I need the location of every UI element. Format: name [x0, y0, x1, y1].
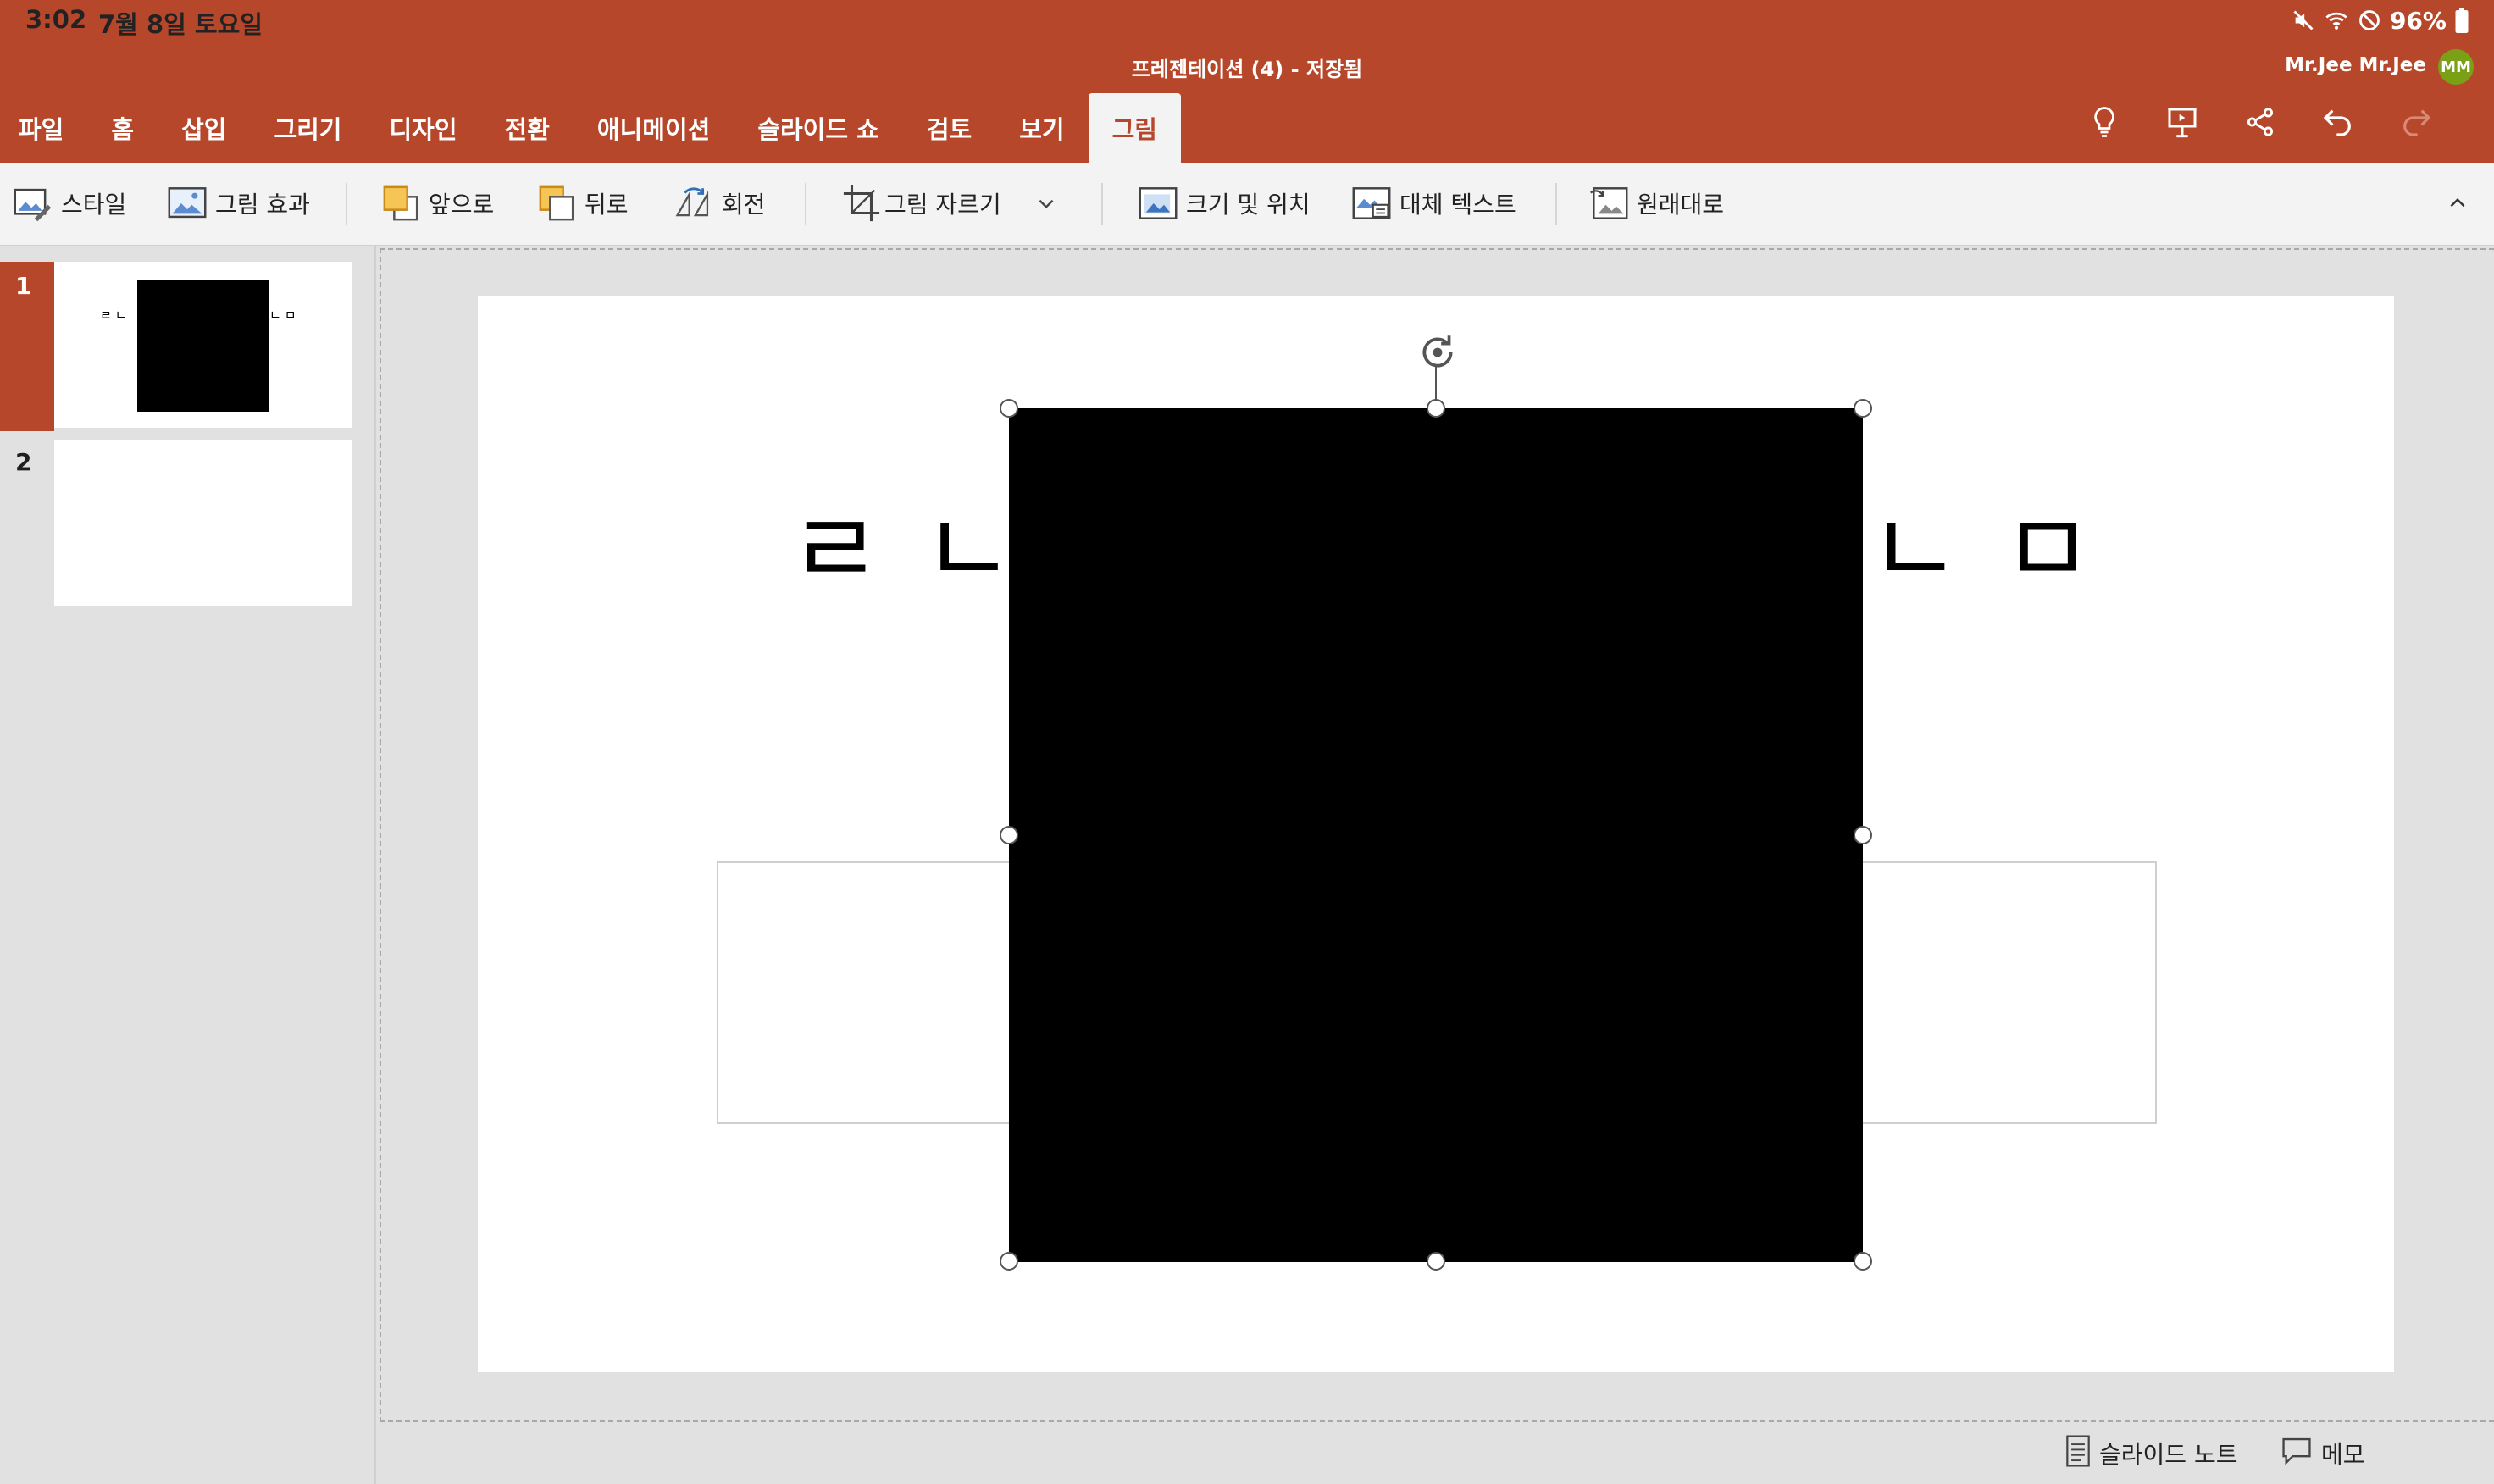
- slide-right-text[interactable]: ㄴㅁ: [1869, 500, 2134, 600]
- do-not-disturb-icon: [2358, 8, 2381, 32]
- slide-preview[interactable]: ㄹㄴ ㄴㅁ: [54, 262, 352, 428]
- reset-picture-icon: [1589, 184, 1628, 223]
- ribbon-divider: [805, 183, 806, 225]
- reset-picture-label: 원래대로: [1637, 191, 1725, 219]
- bring-forward-label: 앞으로: [429, 191, 495, 219]
- ribbon-divider: [1555, 183, 1557, 225]
- chevron-up-icon: [2438, 184, 2477, 223]
- alt-text-button[interactable]: 대체 텍스트: [1352, 180, 1516, 227]
- undo-icon[interactable]: [2319, 103, 2357, 141]
- status-icons: 96%: [2292, 3, 2469, 37]
- bottom-bar: 슬라이드 노트 메모: [380, 1423, 2494, 1484]
- slide-number: 1: [15, 272, 32, 300]
- notes-label: 슬라이드 노트: [2099, 1441, 2238, 1469]
- crop-dropdown[interactable]: [1027, 180, 1066, 227]
- comment-icon: [2281, 1437, 2313, 1471]
- wifi-icon: [2324, 8, 2349, 32]
- style-button[interactable]: 스타일: [14, 180, 126, 227]
- send-backward-button[interactable]: 뒤로: [537, 180, 629, 227]
- rotate-label: 회전: [722, 191, 766, 219]
- tab-slide-show[interactable]: 슬라이드 쇼: [734, 93, 903, 163]
- thumb-right-text: ㄴㅁ: [269, 307, 300, 323]
- status-date: 7월 8일 토요일: [98, 10, 263, 39]
- picture-effects-button[interactable]: 그림 효과: [168, 180, 310, 227]
- battery-text: 96%: [2389, 6, 2447, 35]
- crop-button[interactable]: 그림 자르기: [842, 180, 1001, 227]
- send-backward-label: 뒤로: [585, 191, 629, 219]
- tab-home[interactable]: 홈: [87, 93, 158, 163]
- slide-preview[interactable]: [54, 440, 352, 606]
- size-position-icon: [1139, 184, 1178, 223]
- tab-transitions[interactable]: 전환: [481, 93, 574, 163]
- selected-indicator: 1: [0, 262, 54, 431]
- crop-label: 그림 자르기: [884, 191, 1001, 219]
- tab-view[interactable]: 보기: [995, 93, 1088, 163]
- resize-handle-left[interactable]: [1000, 826, 1018, 844]
- alt-text-icon: [1352, 184, 1391, 223]
- tab-review[interactable]: 검토: [903, 93, 995, 163]
- document-title[interactable]: 프레젠테이션 (4) - 저장됨: [0, 53, 2494, 82]
- bring-forward-button[interactable]: 앞으로: [381, 180, 494, 227]
- share-icon[interactable]: [2242, 103, 2279, 141]
- alt-text-label: 대체 텍스트: [1399, 191, 1516, 219]
- send-backward-icon: [537, 184, 576, 223]
- comments-button[interactable]: 메모: [2281, 1435, 2365, 1472]
- slide-thumbnail-1[interactable]: 1 ㄹㄴ ㄴㅁ: [0, 246, 376, 431]
- user-name[interactable]: Mr.Jee Mr.Jee: [2285, 54, 2426, 76]
- resize-handle-bottom[interactable]: [1427, 1252, 1445, 1271]
- tab-insert[interactable]: 삽입: [158, 93, 250, 163]
- resize-handle-bottom-left[interactable]: [1000, 1252, 1018, 1271]
- thumb-picture: [137, 280, 269, 412]
- present-icon[interactable]: [2164, 103, 2201, 141]
- tab-draw[interactable]: 그리기: [250, 93, 365, 163]
- lightbulb-icon[interactable]: [2086, 103, 2123, 141]
- size-position-button[interactable]: 크기 및 위치: [1139, 180, 1311, 227]
- comments-label: 메모: [2321, 1441, 2365, 1469]
- mute-icon: [2292, 8, 2315, 32]
- resize-handle-top-right[interactable]: [1854, 399, 1872, 418]
- tab-picture[interactable]: 그림: [1088, 93, 1181, 163]
- resize-handle-bottom-right[interactable]: [1854, 1252, 1872, 1271]
- ribbon-divider: [1101, 183, 1103, 225]
- slide-thumbnail-2[interactable]: 2: [0, 429, 376, 606]
- chevron-down-icon: [1027, 184, 1066, 223]
- tab-animations[interactable]: 애니메이션: [574, 93, 734, 163]
- picture-effects-icon: [168, 184, 207, 223]
- tab-design[interactable]: 디자인: [365, 93, 480, 163]
- notes-button[interactable]: 슬라이드 노트: [2065, 1434, 2238, 1473]
- resize-handle-top-left[interactable]: [1000, 399, 1018, 418]
- collapse-ribbon-button[interactable]: [2438, 180, 2477, 227]
- quick-actions: [2086, 103, 2435, 141]
- style-label: 스타일: [61, 191, 127, 219]
- tab-file[interactable]: 파일: [0, 93, 87, 163]
- ribbon-tabs: 파일 홈 삽입 그리기 디자인 전환 애니메이션 슬라이드 쇼 검토 보기 그림: [0, 93, 1181, 163]
- rotate-button[interactable]: 회전: [674, 180, 766, 227]
- title-bar: 3:02 7월 8일 토요일 96% 프레젠테이션 (4) - 저장됨 Mr.J…: [0, 0, 2494, 163]
- slide-thumbnail-pane: 1 ㄹㄴ ㄴㅁ 2: [0, 246, 376, 1484]
- status-time: 3:02: [25, 5, 87, 34]
- resize-handle-top[interactable]: [1427, 399, 1445, 418]
- rotation-handle-icon[interactable]: [1416, 330, 1460, 374]
- thumb-left-text: ㄹㄴ: [100, 307, 130, 323]
- reset-picture-button[interactable]: 원래대로: [1589, 180, 1724, 227]
- ribbon-divider: [346, 183, 347, 225]
- picture-style-icon: [14, 184, 53, 223]
- avatar[interactable]: MM: [2438, 49, 2474, 85]
- redo-icon: [2397, 103, 2435, 141]
- rotate-icon: [674, 184, 713, 223]
- size-position-label: 크기 및 위치: [1186, 191, 1311, 219]
- resize-handle-right[interactable]: [1854, 826, 1872, 844]
- bring-forward-icon: [381, 184, 420, 223]
- slide-number: 2: [15, 448, 32, 476]
- selected-picture[interactable]: [1009, 408, 1863, 1262]
- picture-effects-label: 그림 효과: [215, 191, 310, 219]
- notes-icon: [2065, 1434, 2091, 1473]
- crop-icon: [842, 184, 881, 223]
- battery-icon: [2455, 8, 2469, 33]
- picture-ribbon: 스타일 그림 효과 앞으로 뒤로 회전 그림 자르기 크기 및 위치 대체 텍스…: [0, 163, 2494, 246]
